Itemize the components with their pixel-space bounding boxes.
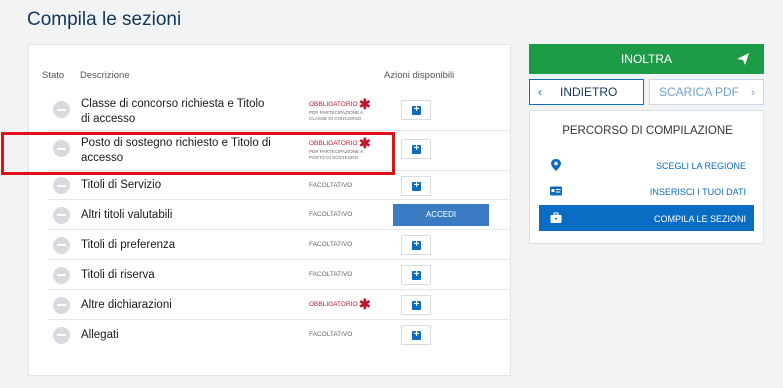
inoltra-label: INOLTRA [620,52,673,66]
section-label: Altre dichiarazioni [81,298,172,311]
section-label: Altri titoli valutabili [81,208,173,221]
briefcase-icon [550,212,562,223]
required-asterisk-icon: ✱ [359,296,371,312]
table-row: Posto di sostegno richiesto e Titolo di … [48,130,510,170]
optional-badge: FACOLTATIVO [309,211,352,218]
table-row: Titoli di preferenza FACOLTATIVO [48,229,510,259]
header-descrizione: Descrizione [80,70,130,81]
section-label: Posto di sostegno richiesto e Titolo di … [81,137,271,164]
table-row: Allegati FACOLTATIVO [48,319,510,349]
add-section-button[interactable] [401,325,431,345]
badge-label: OBBLIGATORIO [309,140,358,147]
badge-label: OBBLIGATORIO [309,101,358,108]
add-section-button[interactable] [401,100,431,120]
badge-label: FACOLTATIVO [309,241,353,248]
badge-label: FACOLTATIVO [309,331,353,338]
accedi-button[interactable]: ACCEDI [393,204,489,226]
required-badge: OBBLIGATORIO ✱ PER PARTECIPAZIONE A CLASSE… [309,96,371,121]
optional-badge: FACOLTATIVO [309,182,352,189]
map-pin-icon [551,159,561,171]
chevron-right-icon: › [751,85,755,99]
download-pdf-label: SCARICA PDF [658,85,739,99]
add-section-button[interactable] [401,295,431,315]
add-section-button[interactable] [401,265,431,285]
percorso-panel: PERCORSO DI COMPILAZIONE SCEGLI LA REGIO… [529,110,764,244]
status-icon [53,101,70,118]
chevron-left-icon: ‹ [538,85,542,99]
inoltra-button[interactable]: INOLTRA [529,44,764,74]
header-azioni: Azioni disponibili [384,70,455,81]
section-label: Titoli di riserva [81,268,155,281]
badge-label: OBBLIGATORIO [309,301,358,308]
section-label: Titoli di preferenza [81,238,176,251]
status-icon [53,296,70,314]
optional-badge: FACOLTATIVO [309,241,352,248]
table-row: Altri titoli valutabili FACOLTATIVO ACCEDI [48,199,510,229]
required-asterisk-icon: ✱ [359,135,371,151]
status-icon [53,177,70,194]
optional-badge: FACOLTATIVO [309,331,352,338]
section-label: Titoli di Servizio [81,179,162,191]
status-icon [53,266,70,284]
id-card-icon [550,186,562,196]
status-icon [53,206,70,224]
step-label: INSERISCI I TUOI DATI [649,187,746,197]
status-icon [53,326,70,344]
download-pdf-button[interactable]: SCARICA PDF › [649,79,764,105]
percorso-title: PERCORSO DI COMPILAZIONE [562,125,733,137]
header-stato: Stato [42,70,65,81]
optional-badge: FACOLTATIVO [309,271,352,278]
page-title: Compila le sezioni [27,9,182,30]
back-label: INDIETRO [560,85,618,99]
required-badge: OBBLIGATORIO ✱ [309,296,371,312]
step-inserisci-dati[interactable]: INSERISCI I TUOI DATI [539,178,754,204]
step-label: COMPILA LE SEZIONI [653,214,746,224]
send-icon [737,53,749,65]
table-row: Classe di concorso richiesta e Titolo di… [48,92,510,130]
section-label: Allegati [81,328,119,341]
add-section-button[interactable] [401,175,431,196]
add-section-button[interactable] [401,139,431,159]
table-row: Titoli di riserva FACOLTATIVO [48,259,510,289]
table-row: Altre dichiarazioni OBBLIGATORIO ✱ [48,289,510,319]
back-button[interactable]: ‹ INDIETRO [529,79,644,105]
step-compila-sezioni[interactable]: COMPILA LE SEZIONI [539,205,754,231]
nav-buttons: ‹ INDIETRO SCARICA PDF › [529,79,764,105]
sections-panel: Stato Descrizione Azioni disponibili Cla… [28,44,511,376]
status-icon [53,236,70,254]
required-asterisk-icon: ✱ [359,96,371,112]
step-scegli-regione[interactable]: SCEGLI LA REGIONE [539,152,754,178]
badge-label: FACOLTATIVO [309,271,353,278]
step-label: SCEGLI LA REGIONE [655,161,746,171]
add-section-button[interactable] [401,235,431,255]
table-header: Stato Descrizione Azioni disponibili [29,45,510,92]
table-row: Titoli di Servizio FACOLTATIVO [48,170,510,199]
status-icon [53,140,70,157]
badge-label: FACOLTATIVO [309,211,353,218]
required-badge: OBBLIGATORIO ✱ PER PARTECIPAZIONE A POSTO … [309,135,371,160]
badge-label: FACOLTATIVO [309,181,353,189]
section-label: Classe di concorso richiesta e Titolo di… [81,98,265,125]
